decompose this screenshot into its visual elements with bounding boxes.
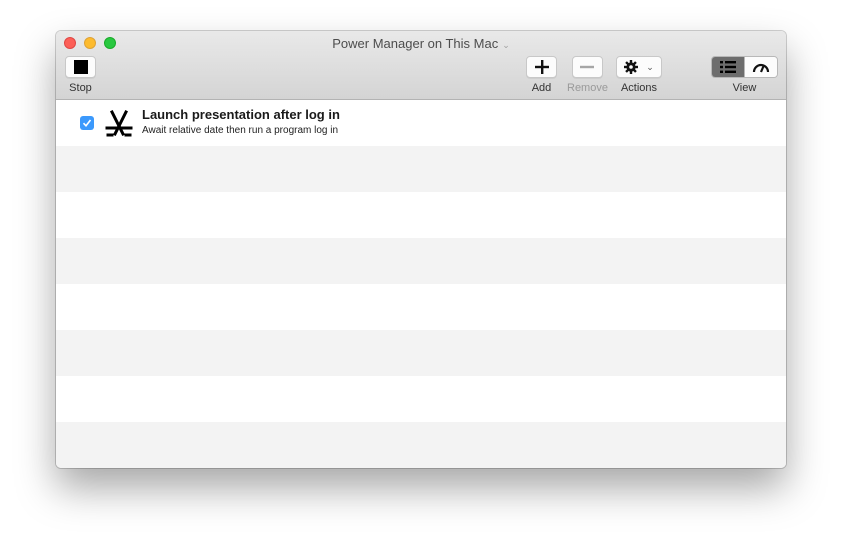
actions-label: Actions	[620, 82, 658, 94]
event-subtitle: Await relative date then run a program l…	[142, 125, 339, 136]
stop-toolbar-item[interactable]: Stop	[65, 56, 96, 94]
title-toolbar: Power Manager on This Mac ⌄ Stop Add Remo…	[56, 31, 786, 100]
empty-row	[56, 146, 786, 192]
minus-icon	[580, 65, 595, 69]
view-list-button[interactable]	[712, 57, 744, 77]
view-label: View	[732, 82, 757, 94]
view-toolbar-item: View	[711, 56, 778, 94]
app-window: Power Manager on This Mac ⌄ Stop Add Remo…	[56, 31, 786, 468]
empty-row	[56, 238, 786, 284]
actions-toolbar-item[interactable]: ⌄ Actions	[616, 56, 662, 94]
empty-row	[56, 330, 786, 376]
event-title: Launch presentation after log in	[142, 107, 340, 122]
view-gauge-button[interactable]	[744, 57, 777, 77]
empty-row	[56, 376, 786, 422]
stop-square-icon	[73, 60, 88, 74]
add-toolbar-item[interactable]: Add	[526, 56, 557, 94]
remove-label: Remove	[567, 82, 608, 94]
stop-label: Stop	[69, 82, 92, 94]
empty-row	[56, 284, 786, 330]
empty-row	[56, 192, 786, 238]
enabled-checkbox[interactable]	[80, 116, 94, 130]
chevron-down-icon: ⌄	[646, 61, 654, 72]
plus-icon	[534, 60, 549, 74]
view-segmented-control[interactable]	[711, 56, 778, 78]
empty-row	[56, 422, 786, 468]
checkmark-icon	[82, 119, 92, 128]
chevron-down-icon: ⌄	[502, 40, 510, 50]
gear-icon	[624, 60, 639, 74]
gauge-icon	[752, 63, 770, 73]
remove-button[interactable]	[571, 56, 603, 78]
actions-button[interactable]: ⌄	[616, 56, 662, 78]
event-list: Launch presentation after log in Await r…	[56, 100, 786, 468]
list-icon	[720, 61, 736, 73]
stop-button[interactable]	[65, 56, 96, 78]
add-label: Add	[531, 82, 552, 94]
window-title[interactable]: Power Manager on This Mac ⌄	[56, 36, 786, 51]
remove-toolbar-item[interactable]: Remove	[567, 56, 608, 94]
window-title-text: Power Manager on This Mac	[332, 36, 499, 51]
add-button[interactable]	[526, 56, 557, 78]
app-store-a-icon	[105, 109, 133, 137]
list-item[interactable]: Launch presentation after log in Await r…	[56, 100, 786, 146]
